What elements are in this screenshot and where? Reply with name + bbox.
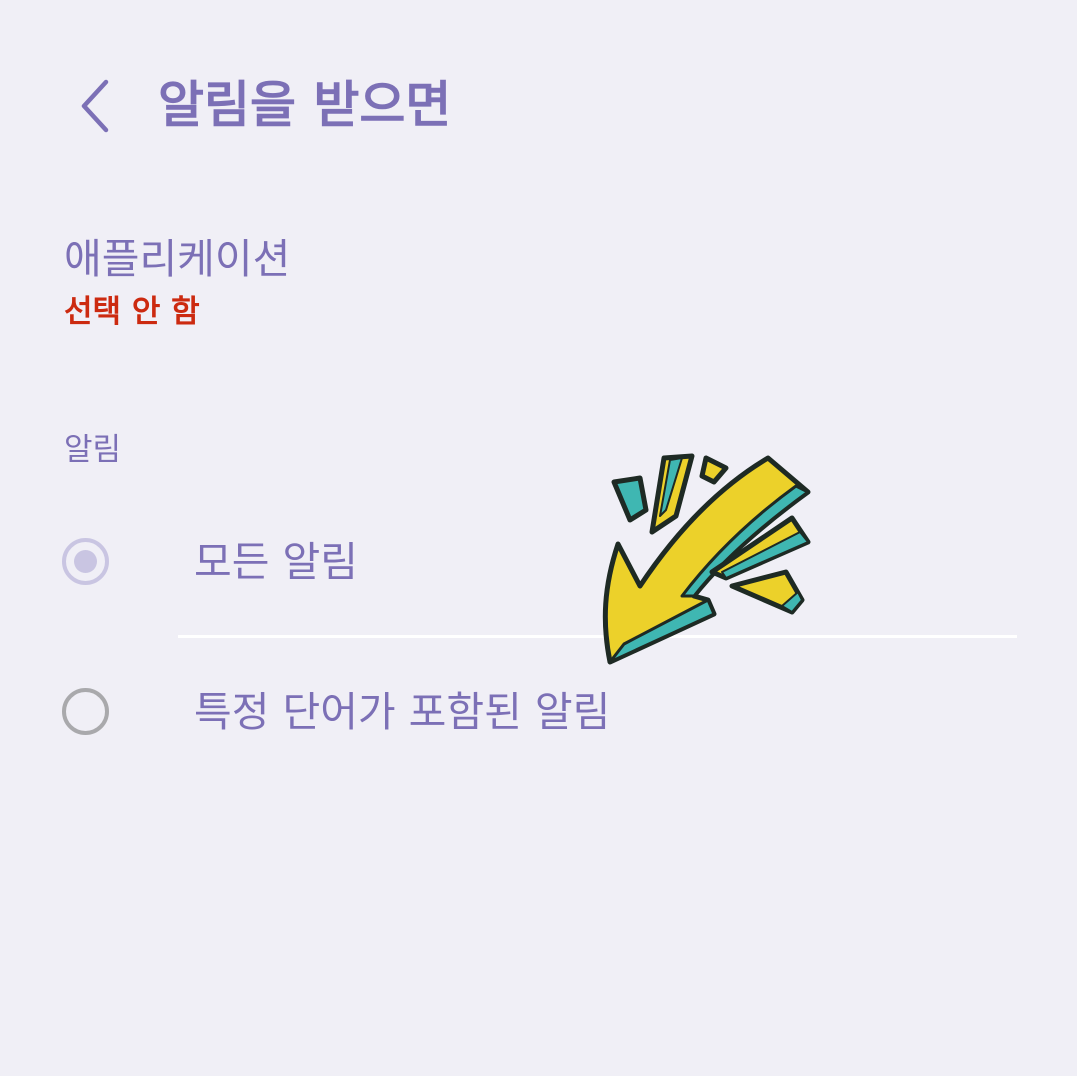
application-setting-title: 애플리케이션 (64, 235, 291, 283)
radio-unselected[interactable] (62, 688, 109, 735)
application-setting-value: 선택 안 함 (64, 294, 200, 330)
back-button[interactable] (58, 62, 130, 150)
radio-selected[interactable] (62, 538, 109, 585)
option-all-notifications-label: 모든 알림 (194, 538, 358, 586)
option-keyword-notifications-label: 특정 단어가 포함된 알림 (194, 688, 611, 736)
hand-drawn-arrow-icon (602, 453, 811, 665)
page-title: 알림을 받으면 (158, 76, 452, 134)
notifications-section-label: 알림 (64, 432, 122, 468)
option-all-notifications[interactable]: 모든 알림 (50, 494, 1030, 634)
option-keyword-notifications[interactable]: 특정 단어가 포함된 알림 (50, 644, 1030, 784)
application-setting[interactable]: 애플리케이션 선택 안 함 (50, 222, 1030, 352)
chevron-left-icon (81, 79, 109, 133)
